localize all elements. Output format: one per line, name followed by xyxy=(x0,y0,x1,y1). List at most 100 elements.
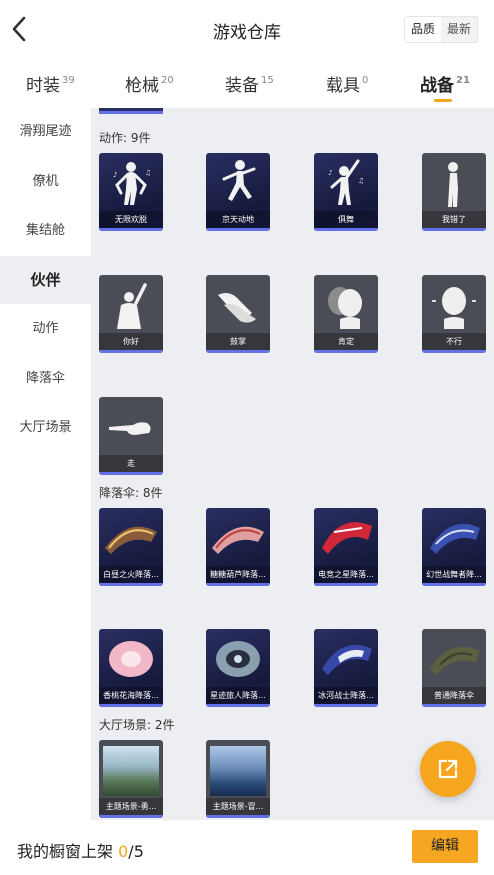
rarity-bar xyxy=(206,704,270,707)
category-tabs: 时装 39 枪械 20 装备 15 载具 0 战备 21 xyxy=(0,58,494,108)
tab-fashion[interactable]: 时装 39 xyxy=(26,71,75,96)
item-name: 无限欢脱 xyxy=(99,211,163,228)
rarity-bar xyxy=(314,350,378,353)
item-card[interactable]: 主题场景-冒... xyxy=(206,740,270,818)
item-name: 走 xyxy=(99,455,163,472)
item-card[interactable]: ♪ ♫ 无限欢脱 xyxy=(99,153,163,231)
item-card[interactable]: 星迹旅人降落... xyxy=(206,629,270,707)
item-name: 肯定 xyxy=(314,333,378,350)
item-name: 白昼之火降落... xyxy=(99,566,163,583)
wave-hand-icon xyxy=(117,283,147,329)
showcase-total: /5 xyxy=(128,842,144,861)
item-card[interactable]: 糖糖葫芦降落... xyxy=(206,508,270,586)
rarity-bar xyxy=(314,583,378,586)
kick-figure-icon xyxy=(222,160,256,201)
item-name: 你好 xyxy=(99,333,163,350)
item-name: 星迹旅人降落... xyxy=(206,687,270,704)
rarity-bar xyxy=(206,350,270,353)
sort-toggle: 品质 最新 xyxy=(404,16,478,43)
item-card[interactable]: 香桃花海降落... xyxy=(99,629,163,707)
svg-text:♫: ♫ xyxy=(145,169,151,177)
sidebar-item-assembly-pod[interactable]: 集结舱 xyxy=(0,207,91,255)
parachute-icon xyxy=(105,526,157,554)
item-name: 香桃花海降落... xyxy=(99,687,163,704)
item-name: 冰河战士降落... xyxy=(314,687,378,704)
item-name: 俱舞 xyxy=(314,211,378,228)
item-name: 我错了 xyxy=(422,211,486,228)
rarity-bar xyxy=(422,228,486,231)
sidebar-item-emotes[interactable]: 动作 xyxy=(0,305,91,353)
parachute-icon xyxy=(430,523,480,554)
tab-weapons[interactable]: 枪械 20 xyxy=(125,71,174,96)
footer-bar: 我的橱窗上架 0/5 编辑 xyxy=(0,820,494,875)
item-card[interactable]: ♪ ♫ 俱舞 xyxy=(314,153,378,231)
parachute-icon xyxy=(216,641,260,677)
sidebar-item-glide-trail[interactable]: 滑翔尾迹 xyxy=(0,108,91,156)
active-tab-indicator xyxy=(434,99,452,102)
item-card[interactable]: 主题场景-勇... xyxy=(99,740,163,818)
rarity-bar xyxy=(206,815,270,818)
rarity-bar xyxy=(99,350,163,353)
item-name: 主题场景-勇... xyxy=(99,798,163,815)
tab-label: 时装 xyxy=(26,76,60,96)
item-card[interactable]: 走 xyxy=(99,397,163,475)
parachute-icon xyxy=(430,646,480,675)
rarity-bar xyxy=(99,583,163,586)
item-card[interactable]: 京天动地 xyxy=(206,153,270,231)
sidebar-item-parachutes[interactable]: 降落伞 xyxy=(0,355,91,403)
tab-count: 21 xyxy=(456,75,470,86)
item-card[interactable]: 我错了 xyxy=(422,153,486,231)
item-name: 普通降落伞 xyxy=(422,687,486,704)
item-card[interactable]: 冰河战士降落... xyxy=(314,629,378,707)
item-card[interactable]: 你好 xyxy=(99,275,163,353)
showcase-label: 我的橱窗上架 xyxy=(17,842,114,861)
item-card[interactable]: 幻世战舞者降... xyxy=(422,508,486,586)
showcase-count: 0 xyxy=(118,842,129,861)
item-card[interactable]: 肯定 xyxy=(314,275,378,353)
dance-figure-icon: ♪ ♫ xyxy=(113,162,151,205)
item-name: 主题场景-冒... xyxy=(206,798,270,815)
tab-count: 20 xyxy=(161,75,174,86)
tab-count: 0 xyxy=(362,75,369,86)
item-card[interactable]: 白昼之火降落... xyxy=(99,508,163,586)
sidebar: 滑翔尾迹 僚机 集结舱 伙伴 动作 降落伞 大厅场景 xyxy=(0,108,91,820)
item-card[interactable]: 普通降落伞 xyxy=(422,629,486,707)
shake-head-icon xyxy=(432,287,476,329)
sort-quality-button[interactable]: 品质 xyxy=(405,17,441,42)
sidebar-item-wingman[interactable]: 僚机 xyxy=(0,158,91,206)
sidebar-item-companion[interactable]: 伙伴 xyxy=(0,256,91,304)
sidebar-item-lobby-scene[interactable]: 大厅场景 xyxy=(0,404,91,452)
dance-pose-icon: ♪♫ xyxy=(328,159,364,205)
scene-thumbnail xyxy=(103,746,159,796)
item-name: 糖糖葫芦降落... xyxy=(206,566,270,583)
tab-vehicles[interactable]: 载具 0 xyxy=(326,71,368,96)
tab-equipment[interactable]: 装备 15 xyxy=(225,71,274,96)
item-card[interactable]: 电竞之星降落... xyxy=(314,508,378,586)
svg-text:♫: ♫ xyxy=(358,177,364,185)
share-button[interactable] xyxy=(420,741,476,797)
rarity-bar xyxy=(99,704,163,707)
parachute-icon xyxy=(322,522,372,554)
tab-count: 39 xyxy=(62,75,75,86)
rarity-bar xyxy=(99,472,163,475)
tab-count: 15 xyxy=(261,75,274,86)
section-label-emotes: 动作: 9件 xyxy=(99,131,151,145)
item-name: 鼓掌 xyxy=(206,333,270,350)
item-card[interactable]: 不行 xyxy=(422,275,486,353)
tab-combat-gear[interactable]: 战备 21 xyxy=(420,71,470,102)
rarity-bar xyxy=(422,704,486,707)
svg-text:♪: ♪ xyxy=(328,169,332,177)
item-card-partial[interactable] xyxy=(99,108,163,114)
rarity-bar xyxy=(99,228,163,231)
item-name: 不行 xyxy=(422,333,486,350)
item-name: 电竞之星降落... xyxy=(314,566,378,583)
edit-button[interactable]: 编辑 xyxy=(412,830,478,863)
parachute-icon xyxy=(212,526,264,554)
clapping-hands-icon xyxy=(218,293,256,323)
tab-label: 装备 xyxy=(225,76,259,96)
sort-newest-button[interactable]: 最新 xyxy=(441,17,477,42)
rarity-bar xyxy=(206,228,270,231)
item-card[interactable]: 鼓掌 xyxy=(206,275,270,353)
tab-label: 枪械 xyxy=(125,76,159,96)
parachute-icon xyxy=(322,644,372,675)
